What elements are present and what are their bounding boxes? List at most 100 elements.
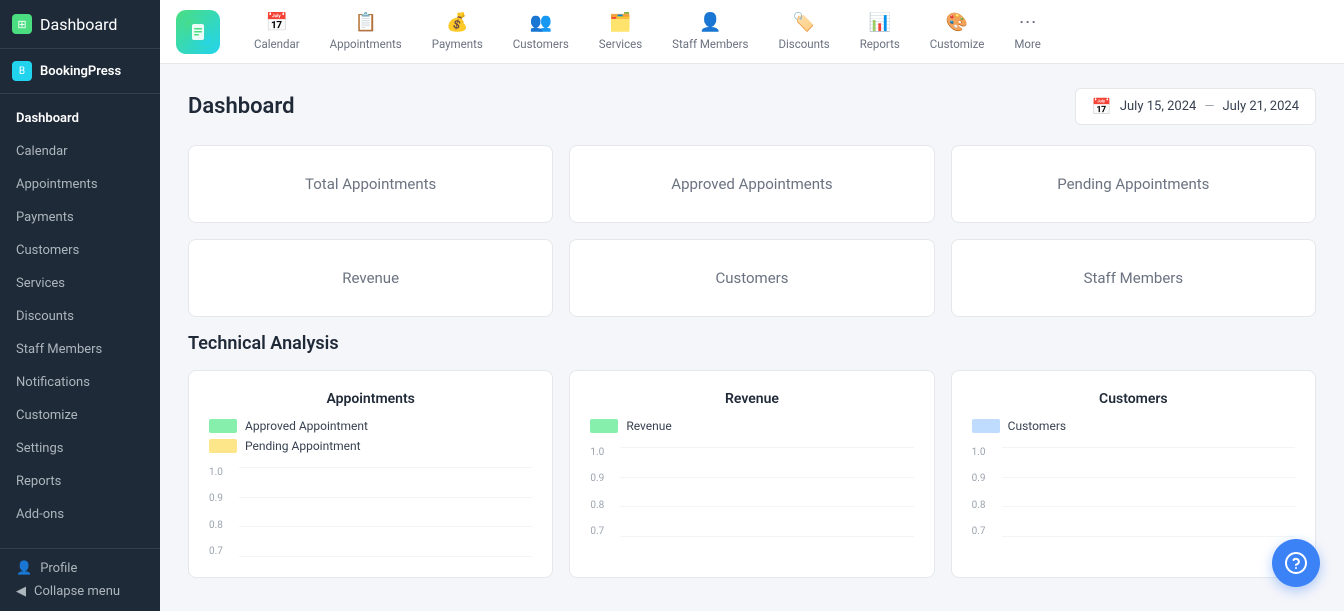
appointments-y-axis: 1.0 0.9 0.8 0.7 bbox=[209, 467, 237, 557]
sidebar-item-appointments[interactable]: Appointments bbox=[0, 168, 160, 201]
sidebar-footer: 👤 Profile ◀ Collapse menu bbox=[0, 548, 160, 611]
sidebar-item-notifications[interactable]: Notifications bbox=[0, 366, 160, 399]
date-separator: — bbox=[1204, 99, 1214, 114]
reports-label: Reports bbox=[860, 37, 900, 51]
legend-approved: Approved Appointment bbox=[209, 419, 532, 433]
stat-customers[interactable]: Customers bbox=[569, 239, 934, 317]
sidebar-item-customize[interactable]: Customize bbox=[0, 399, 160, 432]
dashboard-header: Dashboard 📅 July 15, 2024 — July 21, 202… bbox=[188, 88, 1316, 125]
sidebar-item-payments[interactable]: Payments bbox=[0, 201, 160, 234]
legend-color-revenue bbox=[590, 419, 618, 433]
calendar-label: Calendar bbox=[254, 37, 300, 51]
calendar-icon: 📅 bbox=[1092, 97, 1112, 116]
top-nav-item-calendar[interactable]: 📅Calendar bbox=[240, 4, 314, 59]
revenue-chart-area: 1.0 0.9 0.8 0.7 bbox=[590, 447, 913, 537]
top-nav-item-payments[interactable]: 💰 Payments bbox=[418, 4, 497, 59]
sidebar-item-services[interactable]: Services bbox=[0, 267, 160, 300]
stat-label-pending: Pending Appointments bbox=[1057, 175, 1209, 193]
top-nav-item-reports[interactable]: 📊 Reports bbox=[846, 4, 914, 59]
sidebar-item-add-ons[interactable]: Add-ons bbox=[0, 498, 160, 531]
brand-icon: B bbox=[12, 61, 32, 81]
stat-label-staff: Staff Members bbox=[1084, 269, 1184, 287]
profile-link[interactable]: 👤 Profile bbox=[16, 561, 144, 576]
legend-color-approved bbox=[209, 419, 237, 433]
collapse-menu-button[interactable]: ◀ Collapse menu bbox=[16, 584, 144, 599]
legend-color-customers bbox=[972, 419, 1000, 433]
sidebar-item-staff-members[interactable]: Staff Members bbox=[0, 333, 160, 366]
top-nav-item-services[interactable]: 🗂️Services bbox=[585, 4, 656, 59]
sidebar-item-customers[interactable]: Customers bbox=[0, 234, 160, 267]
revenue-chart-card: Revenue Revenue 1.0 0.9 0.8 0.7 bbox=[569, 370, 934, 578]
more-icon: ⋯ bbox=[1019, 12, 1037, 33]
collapse-icon: ◀ bbox=[16, 584, 26, 599]
legend-color-pending bbox=[209, 439, 237, 453]
sidebar-brand[interactable]: B BookingPress bbox=[0, 49, 160, 94]
charts-grid: Appointments Approved Appointment Pendin… bbox=[188, 370, 1316, 578]
legend-label-pending: Pending Appointment bbox=[245, 439, 361, 453]
customers-chart-area: 1.0 0.9 0.8 0.7 bbox=[972, 447, 1295, 537]
revenue-chart-title: Revenue bbox=[590, 391, 913, 407]
reports-icon: 📊 bbox=[869, 12, 891, 33]
appointments-chart-lines bbox=[239, 467, 532, 557]
content-area: Dashboard 📅 July 15, 2024 — July 21, 202… bbox=[160, 64, 1344, 611]
stat-revenue[interactable]: Revenue bbox=[188, 239, 553, 317]
stat-label-approved: Approved Appointments bbox=[671, 175, 832, 193]
date-to: July 21, 2024 bbox=[1223, 99, 1300, 114]
legend-label-customers: Customers bbox=[1008, 419, 1066, 433]
discounts-label: Discounts bbox=[778, 37, 829, 51]
more-label: More bbox=[1014, 37, 1041, 51]
date-range-picker[interactable]: 📅 July 15, 2024 — July 21, 2024 bbox=[1075, 88, 1316, 125]
page-title: Dashboard bbox=[188, 94, 294, 119]
appointments-chart-area: 1.0 0.9 0.8 0.7 bbox=[209, 467, 532, 557]
app-title: Dashboard bbox=[40, 15, 117, 34]
date-from: July 15, 2024 bbox=[1120, 99, 1197, 114]
profile-label: Profile bbox=[40, 561, 77, 576]
appointments-chart-title: Appointments bbox=[209, 391, 532, 407]
top-nav-item-staff-members[interactable]: 👤 Staff Members bbox=[658, 4, 762, 59]
sidebar-item-calendar[interactable]: Calendar bbox=[0, 135, 160, 168]
customers-y-axis: 1.0 0.9 0.8 0.7 bbox=[972, 447, 1000, 537]
sidebar-app-header: ⊞ Dashboard bbox=[0, 0, 160, 49]
customers-icon: 👥 bbox=[530, 12, 552, 33]
stat-staff-members[interactable]: Staff Members bbox=[951, 239, 1316, 317]
stat-label-customers: Customers bbox=[715, 269, 788, 287]
top-nav-item-appointments[interactable]: 📋 Appointments bbox=[316, 4, 416, 59]
appointments-icon: 📋 bbox=[354, 12, 376, 33]
appointments-legend: Approved Appointment Pending Appointment bbox=[209, 419, 532, 453]
sidebar: ⊞ Dashboard B BookingPress DashboardCale… bbox=[0, 0, 160, 611]
sidebar-item-reports[interactable]: Reports bbox=[0, 465, 160, 498]
sidebar-item-settings[interactable]: Settings bbox=[0, 432, 160, 465]
staff-members-label: Staff Members bbox=[672, 37, 748, 51]
customers-label: Customers bbox=[513, 37, 569, 51]
top-nav-item-more[interactable]: ⋯ More bbox=[1000, 4, 1055, 59]
stat-approved-appointments[interactable]: Approved Appointments bbox=[569, 145, 934, 223]
legend-revenue: Revenue bbox=[590, 419, 913, 433]
help-fab[interactable] bbox=[1272, 539, 1320, 587]
top-nav-item-customers[interactable]: 👥 Customers bbox=[499, 4, 583, 59]
customize-label: Customize bbox=[930, 37, 985, 51]
customers-chart-title: Customers bbox=[972, 391, 1295, 407]
stat-label-total: Total Appointments bbox=[305, 175, 436, 193]
stat-total-appointments[interactable]: Total Appointments bbox=[188, 145, 553, 223]
appointments-label: Appointments bbox=[330, 37, 402, 51]
collapse-label: Collapse menu bbox=[34, 584, 120, 599]
sidebar-item-discounts[interactable]: Discounts bbox=[0, 300, 160, 333]
top-nav-item-discounts[interactable]: 🏷️ Discounts bbox=[764, 4, 843, 59]
brand-name: BookingPress bbox=[40, 64, 121, 79]
sidebar-nav: DashboardCalendarAppointmentsPaymentsCus… bbox=[0, 94, 160, 548]
revenue-legend: Revenue bbox=[590, 419, 913, 433]
top-nav-item-customize[interactable]: 🎨Customize bbox=[916, 4, 999, 59]
app-icon: ⊞ bbox=[12, 14, 32, 34]
stat-pending-appointments[interactable]: Pending Appointments bbox=[951, 145, 1316, 223]
legend-pending: Pending Appointment bbox=[209, 439, 532, 453]
revenue-y-axis: 1.0 0.9 0.8 0.7 bbox=[590, 447, 618, 537]
discounts-icon: 🏷️ bbox=[793, 12, 815, 33]
payments-icon: 💰 bbox=[446, 12, 468, 33]
payments-label: Payments bbox=[432, 37, 483, 51]
profile-icon: 👤 bbox=[16, 561, 32, 576]
legend-customers: Customers bbox=[972, 419, 1295, 433]
sidebar-item-dashboard[interactable]: Dashboard bbox=[0, 102, 160, 135]
services-label: Services bbox=[599, 37, 642, 51]
staff-members-icon: 👤 bbox=[699, 12, 721, 33]
customers-legend: Customers bbox=[972, 419, 1295, 433]
